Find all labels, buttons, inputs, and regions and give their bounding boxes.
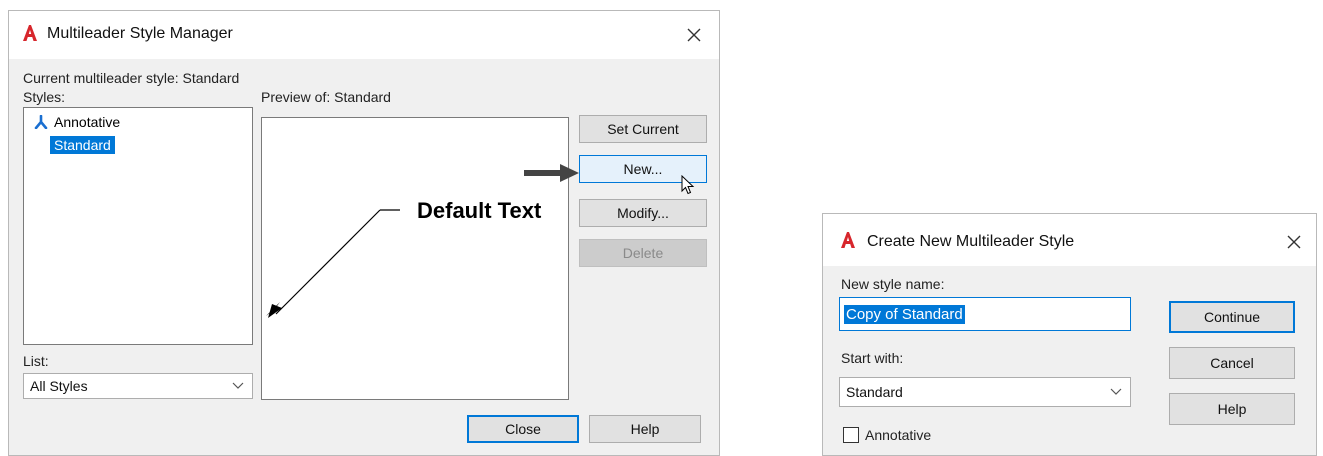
autocad-logo-icon (23, 25, 37, 41)
help-button[interactable]: Help (589, 415, 701, 443)
set-current-button[interactable]: Set Current (579, 115, 707, 143)
style-item-standard[interactable]: Standard (50, 136, 115, 154)
mouse-cursor-icon (681, 175, 695, 195)
continue-button[interactable]: Continue (1169, 301, 1295, 333)
create-help-button[interactable]: Help (1169, 393, 1295, 425)
start-with-label: Start with: (841, 350, 904, 366)
autocad-logo-icon (841, 232, 855, 248)
create-new-multileader-style-dialog: Create New Multileader Style New style n… (822, 213, 1317, 456)
chevron-down-icon (1110, 388, 1122, 395)
style-item-annotative[interactable]: Annotative (54, 114, 120, 130)
new-style-name-value: Copy of Standard (844, 304, 965, 324)
list-filter-value: All Styles (30, 378, 88, 394)
leader-line-graphic (266, 209, 400, 318)
cancel-button[interactable]: Cancel (1169, 347, 1295, 379)
annotative-checkbox[interactable] (843, 427, 859, 443)
list-label: List: (23, 353, 49, 369)
start-with-value: Standard (846, 384, 903, 400)
start-with-select[interactable]: Standard (839, 377, 1131, 407)
close-icon[interactable] (685, 26, 703, 44)
create-title-bar: Create New Multileader Style (823, 214, 1316, 266)
list-filter-select[interactable]: All Styles (23, 373, 253, 399)
current-style-label: Current multileader style: Standard (23, 70, 240, 86)
dialog-title: Multileader Style Manager (47, 25, 233, 42)
preview-label: Preview of: Standard (261, 89, 391, 105)
new-style-name-label: New style name: (841, 276, 945, 292)
styles-listbox[interactable]: Annotative Standard (23, 107, 253, 345)
multileader-style-manager-dialog: Multileader Style Manager Current multil… (8, 10, 720, 456)
preview-default-text: Default Text (417, 198, 542, 223)
close-icon[interactable] (1285, 233, 1303, 251)
annotative-checkbox-label: Annotative (865, 427, 932, 443)
create-dialog-title: Create New Multileader Style (867, 233, 1075, 250)
title-bar: Multileader Style Manager (9, 11, 719, 59)
styles-label: Styles: (23, 89, 66, 105)
delete-button: Delete (579, 239, 707, 267)
chevron-down-icon (232, 382, 244, 389)
new-style-name-input[interactable]: Copy of Standard (839, 297, 1131, 331)
preview-pane: Default Text (261, 117, 569, 400)
close-button[interactable]: Close (467, 415, 579, 443)
annotative-icon (34, 115, 48, 129)
modify-button[interactable]: Modify... (579, 199, 707, 227)
arrow-right-icon (524, 164, 579, 182)
